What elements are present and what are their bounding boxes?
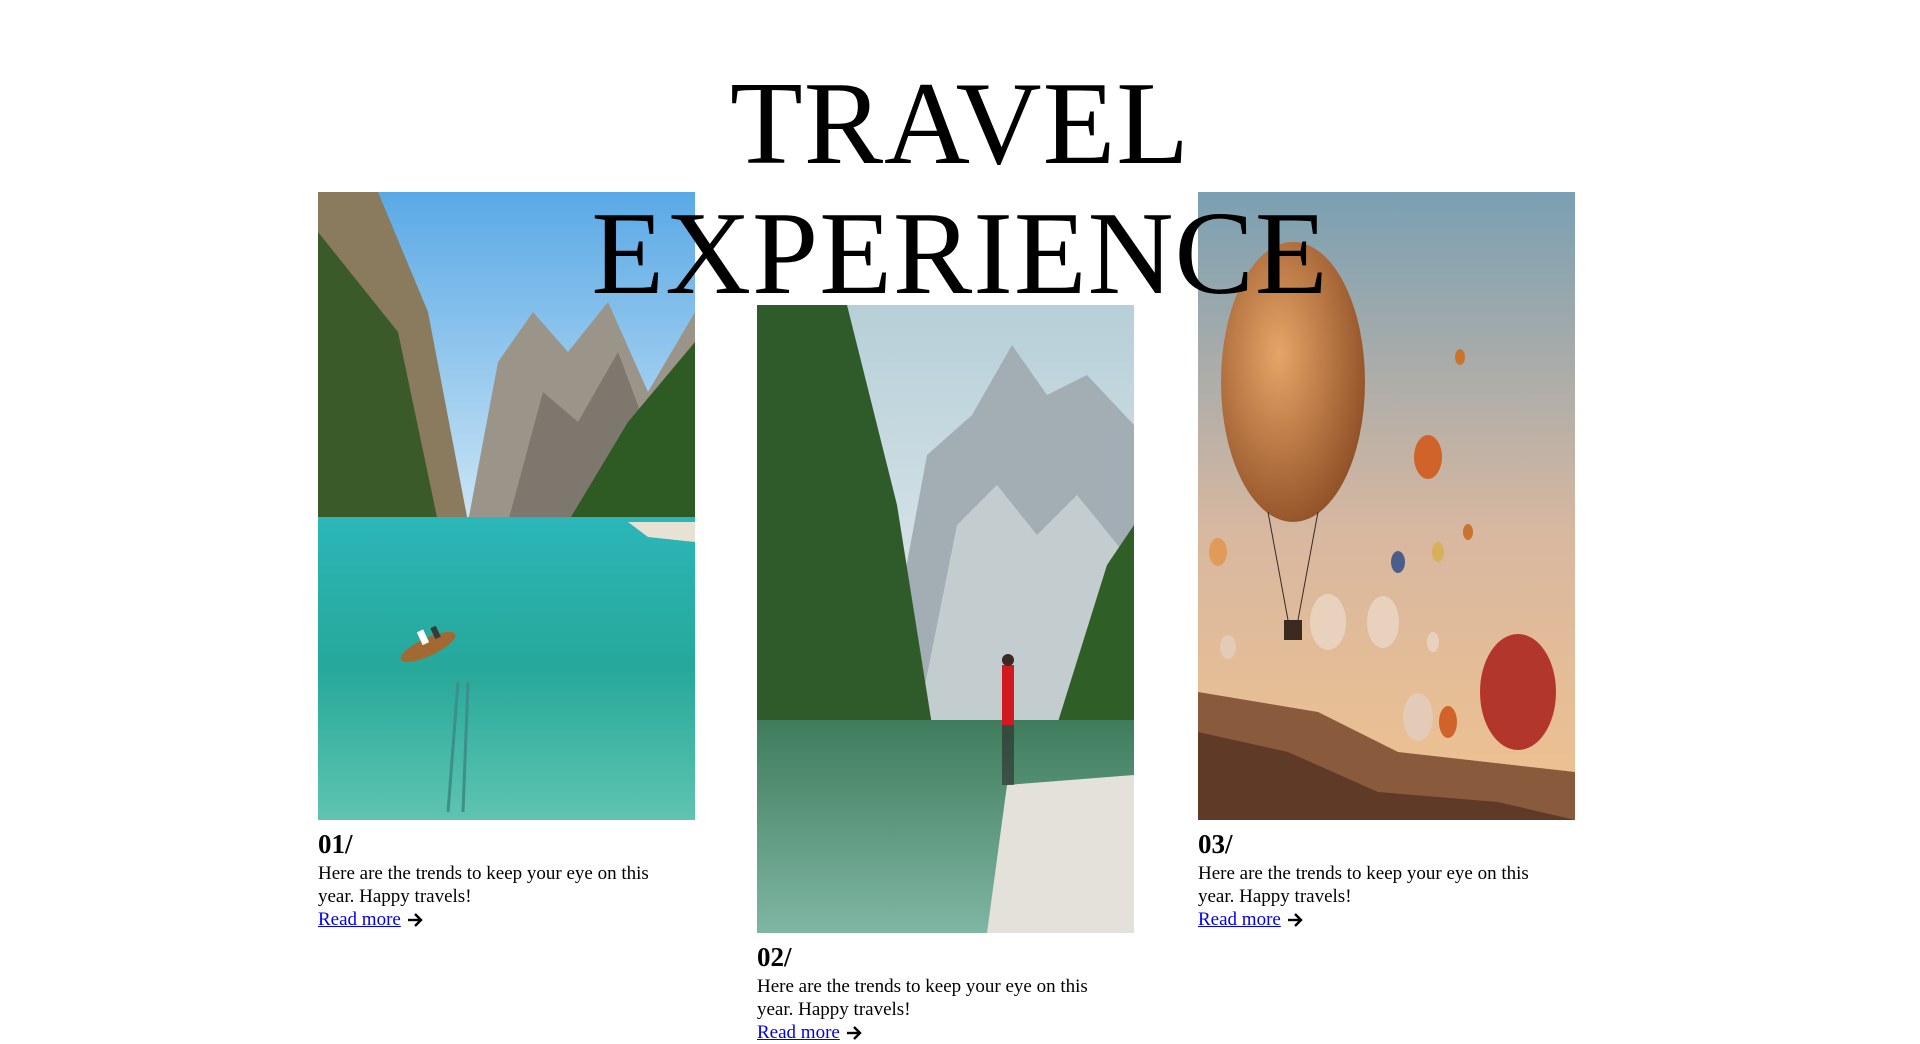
card-description: Here are the trends to keep your eye on … (757, 976, 1088, 1020)
read-more-link[interactable]: Read more (757, 1021, 863, 1044)
read-more-label: Read more (1198, 909, 1281, 930)
read-more-label: Read more (318, 909, 401, 930)
card-image-mountain-lake (757, 305, 1134, 933)
card-number: 03/ (1198, 829, 1233, 859)
page-title: TRAVEL EXPERIENCE (0, 58, 1920, 318)
page-title-line-1: TRAVEL (730, 57, 1190, 189)
read-more-link[interactable]: Read more (318, 908, 424, 931)
card-description: Here are the trends to keep your eye on … (1198, 863, 1529, 907)
card-number: 02/ (757, 942, 792, 972)
card-number: 01/ (318, 829, 353, 859)
page-title-line-2: EXPERIENCE (591, 187, 1329, 319)
travel-card-2: 02/ Here are the trends to keep your eye… (757, 305, 1134, 1044)
card-description: Here are the trends to keep your eye on … (318, 863, 649, 907)
read-more-label: Read more (757, 1022, 840, 1043)
read-more-link[interactable]: Read more (1198, 908, 1304, 931)
arrow-right-icon (846, 1025, 862, 1040)
arrow-right-icon (407, 912, 423, 927)
arrow-right-icon (1287, 912, 1303, 927)
